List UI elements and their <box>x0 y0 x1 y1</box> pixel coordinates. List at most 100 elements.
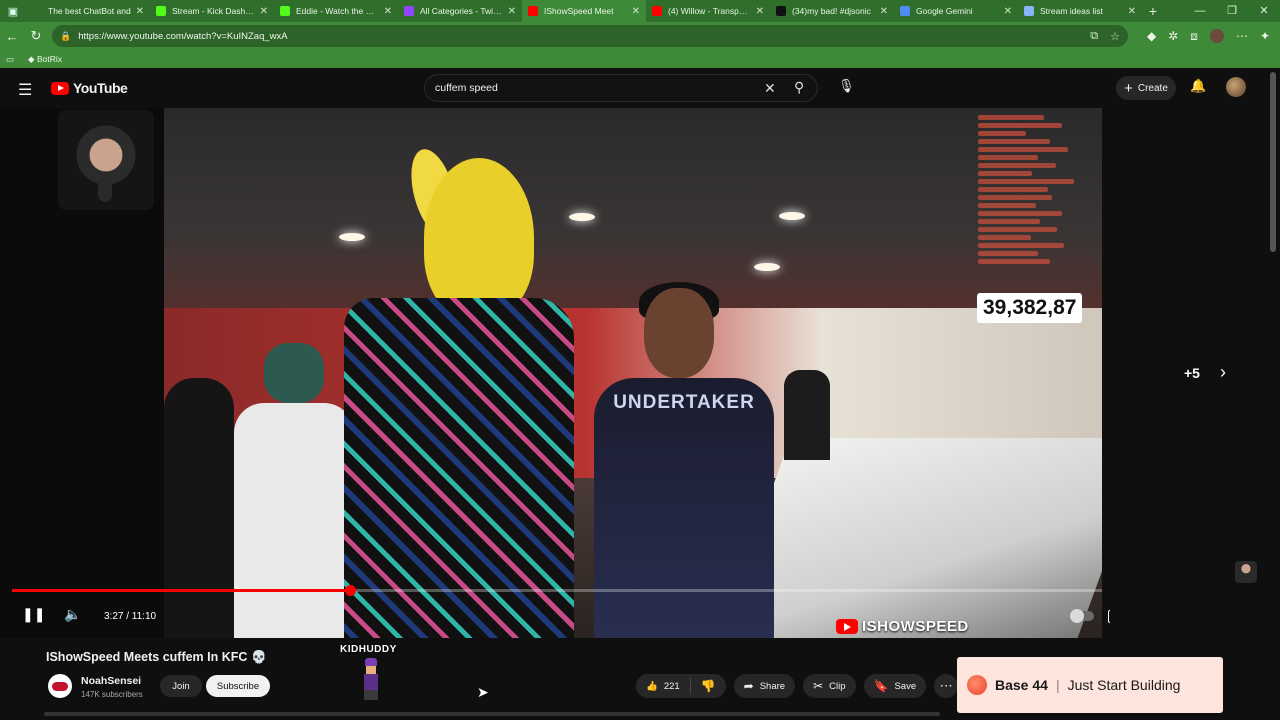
tab-favicon-icon <box>32 6 42 16</box>
microphone-icon <box>98 172 112 202</box>
video-scene-person <box>234 343 354 638</box>
masked-head <box>264 343 324 403</box>
tab-title: Stream ideas list <box>1040 6 1103 16</box>
more-count[interactable]: +5 <box>1184 365 1200 381</box>
tab-close-icon[interactable]: ✕ <box>1004 6 1012 17</box>
chat-message-line <box>978 131 1026 136</box>
browser-tab[interactable]: (4) Willow - Transparen ✕ <box>646 0 770 22</box>
bookmark-label: BotRix <box>36 53 62 64</box>
favorite-star-icon[interactable]: ☆ <box>1110 30 1120 43</box>
page-scrollbar[interactable] <box>1270 72 1276 252</box>
volume-icon[interactable]: 🔈 <box>64 606 81 623</box>
address-bar-row: ← ↻ 🔒 https://www.youtube.com/watch?v=Ku… <box>0 22 1280 50</box>
tab-title: Eddie - Watch the VOD <box>296 6 380 16</box>
browser-menu-icon[interactable]: ⋯ <box>1236 29 1248 43</box>
copilot-icon[interactable]: ✦ <box>1260 29 1270 43</box>
browser-tab[interactable]: Stream ideas list ✕ <box>1018 0 1142 22</box>
url-text: https://www.youtube.com/watch?v=KuINZaq_… <box>78 30 288 42</box>
maximize-icon[interactable]: ❐ <box>1216 0 1248 22</box>
tab-close-icon[interactable]: ✕ <box>136 6 144 17</box>
bookmark-botrix[interactable]: ◆ BotRix <box>28 54 62 65</box>
profile-avatar[interactable] <box>1209 29 1224 43</box>
tab-close-icon[interactable]: ✕ <box>880 6 888 17</box>
progress-scrubber[interactable] <box>344 585 356 596</box>
subscribe-button[interactable]: Subscribe <box>206 675 270 697</box>
browser-tab[interactable]: The best ChatBot and ✕ <box>26 0 150 22</box>
app-icon[interactable]: ⧉ <box>1090 30 1098 43</box>
new-tab-button[interactable]: + <box>1142 3 1164 19</box>
clip-label: Clip <box>829 680 846 692</box>
tab-close-icon[interactable]: ✕ <box>1128 6 1136 17</box>
browser-tab[interactable]: Eddie - Watch the VOD ✕ <box>274 0 398 22</box>
progress-bar[interactable] <box>12 585 1102 596</box>
view-count-overlay: 39,382,87 <box>977 293 1083 323</box>
browser-tab[interactable]: (34)my bad! #djsonic ✕ <box>770 0 894 22</box>
voice-search-icon[interactable]: 🎙 <box>838 78 855 94</box>
search-input[interactable]: cuffem speed <box>435 82 498 94</box>
tab-close-icon[interactable]: ✕ <box>260 6 268 17</box>
browser-tab[interactable]: All Categories - Twitch ✕ <box>398 0 522 22</box>
tab-actions-icon[interactable]: ▣ <box>0 0 26 22</box>
hamburger-menu-icon[interactable]: ☰ <box>18 80 32 100</box>
search-icon[interactable]: ⚲ <box>794 79 804 96</box>
tab-close-icon[interactable]: ✕ <box>508 6 516 17</box>
tab-close-icon[interactable]: ✕ <box>756 6 764 17</box>
share-button[interactable]: ➦ Share <box>733 674 796 698</box>
extension-icons: ◆ ✲ ⧈ ⋯ ✦ <box>1147 22 1270 50</box>
autoplay-toggle[interactable] <box>1070 609 1094 623</box>
tab-favicon-icon <box>280 6 290 16</box>
like-button[interactable]: 👍 221 <box>636 678 691 694</box>
video-scene-person <box>164 378 234 638</box>
share-arrow-icon: ➦ <box>743 679 754 693</box>
pause-icon[interactable]: ❚❚ <box>22 606 45 623</box>
ceiling-light <box>779 212 805 220</box>
browser-tab[interactable]: Stream - Kick Dashboa ✕ <box>150 0 274 22</box>
browser-tab[interactable]: Google Gemini ✕ <box>894 0 1018 22</box>
chat-message-line <box>978 155 1038 160</box>
chat-message-line <box>978 227 1058 232</box>
sidebar-toggle-icon[interactable]: ▭ <box>6 54 14 65</box>
stream-chat-overlay <box>978 112 1098 282</box>
clip-button[interactable]: ✂ Clip <box>803 674 856 698</box>
chat-message-line <box>978 211 1062 216</box>
progress-fill <box>12 589 350 592</box>
notifications-bell-icon[interactable]: 🔔 <box>1190 78 1206 94</box>
youtube-play-icon <box>836 618 858 634</box>
browser-tab-bar: ▣ The best ChatBot and ✕ Stream - Kick Das… <box>0 0 1280 22</box>
youtube-logo[interactable]: YouTube <box>51 80 128 96</box>
puzzle-icon[interactable]: ✲ <box>1168 29 1178 43</box>
url-input[interactable]: 🔒 https://www.youtube.com/watch?v=KuINZa… <box>52 25 1128 47</box>
clear-search-icon[interactable]: ✕ <box>764 80 776 97</box>
save-button[interactable]: 🔖 Save <box>863 674 927 698</box>
channel-avatar[interactable] <box>48 674 72 698</box>
chat-message-line <box>978 219 1041 224</box>
more-actions-icon[interactable]: ⋯ <box>934 674 959 698</box>
channel-watermark[interactable]: ISHOWSPEED <box>836 616 969 636</box>
ad-banner[interactable]: Base 44 | Just Start Building <box>957 657 1223 713</box>
skull-emoji: 💀 <box>251 650 267 664</box>
search-box[interactable]: cuffem speed ✕ ⚲ <box>424 74 818 102</box>
tab-title: The best ChatBot and <box>48 6 131 16</box>
minimize-icon[interactable]: — <box>1184 0 1216 22</box>
chevron-right-icon[interactable]: › <box>1220 362 1226 383</box>
tab-favicon-icon <box>900 6 910 16</box>
collections-icon[interactable]: ⧈ <box>1190 29 1198 44</box>
join-button[interactable]: Join <box>160 675 202 697</box>
channel-name[interactable]: NoahSensei <box>81 675 141 687</box>
tab-close-icon[interactable]: ✕ <box>384 6 392 17</box>
dislike-button[interactable]: 👎 <box>691 679 726 693</box>
back-icon[interactable]: ← <box>0 29 24 44</box>
horizontal-scrollbar[interactable] <box>44 712 940 716</box>
user-avatar[interactable] <box>1226 77 1246 97</box>
create-button[interactable]: + Create <box>1116 76 1176 100</box>
close-window-icon[interactable]: ✕ <box>1248 0 1280 22</box>
chat-message-line <box>978 171 1032 176</box>
video-player[interactable]: UNDERTAKER <box>164 108 1102 638</box>
extension-icon[interactable]: ◆ <box>1147 29 1156 43</box>
tab-close-icon[interactable]: ✕ <box>632 6 640 17</box>
tab-favicon-icon <box>156 6 166 16</box>
chat-message-line <box>978 147 1068 152</box>
browser-tab[interactable]: IShowSpeed Meet ✕ <box>522 0 646 22</box>
tab-favicon-icon <box>404 6 414 16</box>
reload-icon[interactable]: ↻ <box>24 28 48 44</box>
